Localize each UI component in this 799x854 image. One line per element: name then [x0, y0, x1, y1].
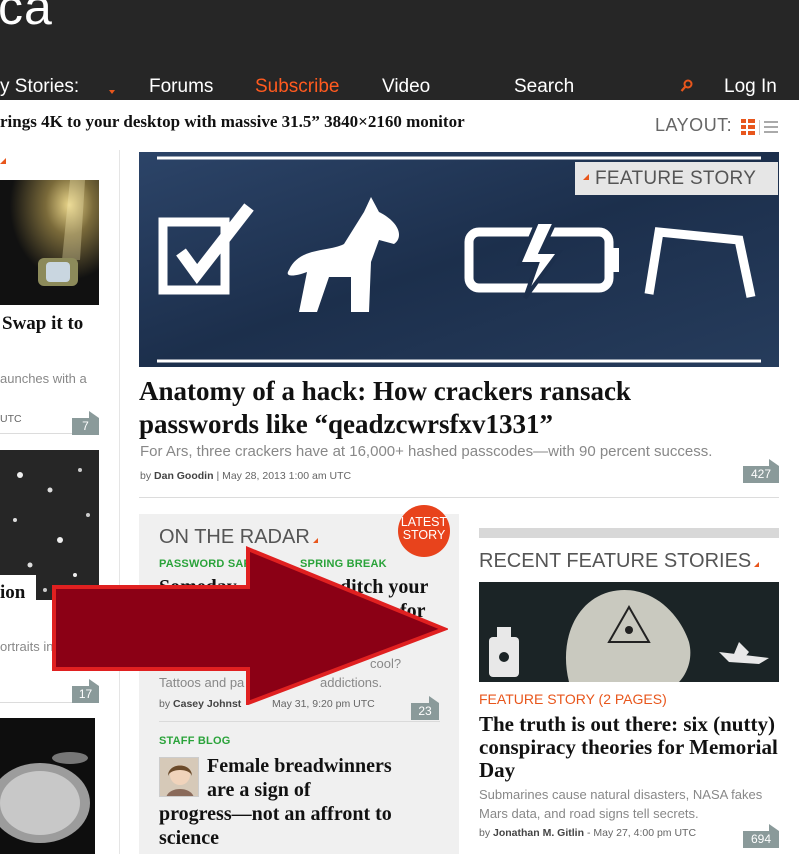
column-divider: [119, 150, 120, 854]
left-story1-byline: UTC: [0, 413, 22, 425]
feature-thumbnail[interactable]: [479, 582, 779, 682]
author-link[interactable]: Jonathan M. Gitlin: [493, 827, 584, 839]
layout-label: LAYOUT:: [655, 115, 733, 135]
recent-feature-dek: Submarines cause natural disasters, NASA…: [479, 787, 763, 821]
story-thumbnail[interactable]: [0, 180, 99, 305]
section-bar: [479, 528, 779, 538]
left-story2-title[interactable]: ion: [0, 582, 25, 604]
author-photo: [160, 758, 198, 796]
nav-forums[interactable]: Forums: [149, 76, 213, 98]
nav-login[interactable]: Log In: [724, 76, 777, 98]
comment-count[interactable]: 7: [72, 411, 99, 435]
featured-dek: For Ars, three crackers have at 16,000+ …: [140, 443, 713, 460]
nav-search[interactable]: Search: [514, 76, 574, 98]
recent-feature-title[interactable]: The truth is out there: six (nutty) cons…: [479, 713, 779, 782]
left-story1-title[interactable]: Swap it to: [2, 313, 83, 335]
category-label[interactable]: STAFF BLOG: [159, 735, 230, 747]
comment-count[interactable]: 427: [743, 459, 779, 483]
divider: [139, 497, 779, 498]
radar-story2-title-line3[interactable]: progress—not an affront to: [159, 802, 392, 826]
caret-icon: [0, 158, 6, 164]
layout-toggle-icon[interactable]: [741, 119, 779, 135]
comment-count[interactable]: 23: [411, 696, 439, 720]
left-column: Swap it to aunches with a UTC 7 ion ortr…: [0, 150, 100, 854]
coin-image: [0, 718, 95, 854]
nav-subscribe[interactable]: Subscribe: [255, 76, 340, 98]
nav-my-stories[interactable]: y Stories:: [0, 76, 79, 98]
featured-headline[interactable]: Anatomy of a hack: How crackers ransack …: [139, 375, 779, 441]
annotation-arrow: [52, 546, 448, 705]
nav-video[interactable]: Video: [382, 76, 430, 98]
story-thumbnail[interactable]: [0, 718, 95, 854]
radar-story2-title-line2[interactable]: are a sign of: [207, 778, 311, 802]
recent-feature-byline: by Jonathan M. Gitlin - May 27, 4:00 pm …: [479, 827, 697, 839]
comment-count[interactable]: 694: [743, 824, 779, 848]
left-story2-dek: ortraits in: [0, 639, 54, 654]
divider: [159, 721, 440, 722]
avatar[interactable]: [159, 757, 199, 797]
feature-story-label[interactable]: FEATURE STORY (2 PAGES): [479, 691, 667, 707]
ring-image: [0, 180, 99, 305]
left-story1-dek: aunches with a: [0, 371, 87, 386]
featured-byline: by Dan Goodin | May 28, 2013 1:00 am UTC: [140, 470, 352, 482]
recent-features-heading[interactable]: RECENT FEATURE STORIES: [479, 550, 760, 573]
search-icon[interactable]: [680, 79, 694, 93]
author-link[interactable]: Dan Goodin: [154, 470, 214, 482]
feature-story-tag[interactable]: FEATURE STORY: [575, 162, 778, 195]
radar-story2-title-line4[interactable]: science: [159, 826, 219, 850]
chevron-down-icon[interactable]: [109, 90, 115, 94]
site-logo[interactable]: ca: [0, 0, 53, 36]
conspiracy-illustration: [479, 582, 779, 682]
radar-story2-title-line1[interactable]: Female breadwinners: [207, 754, 392, 778]
